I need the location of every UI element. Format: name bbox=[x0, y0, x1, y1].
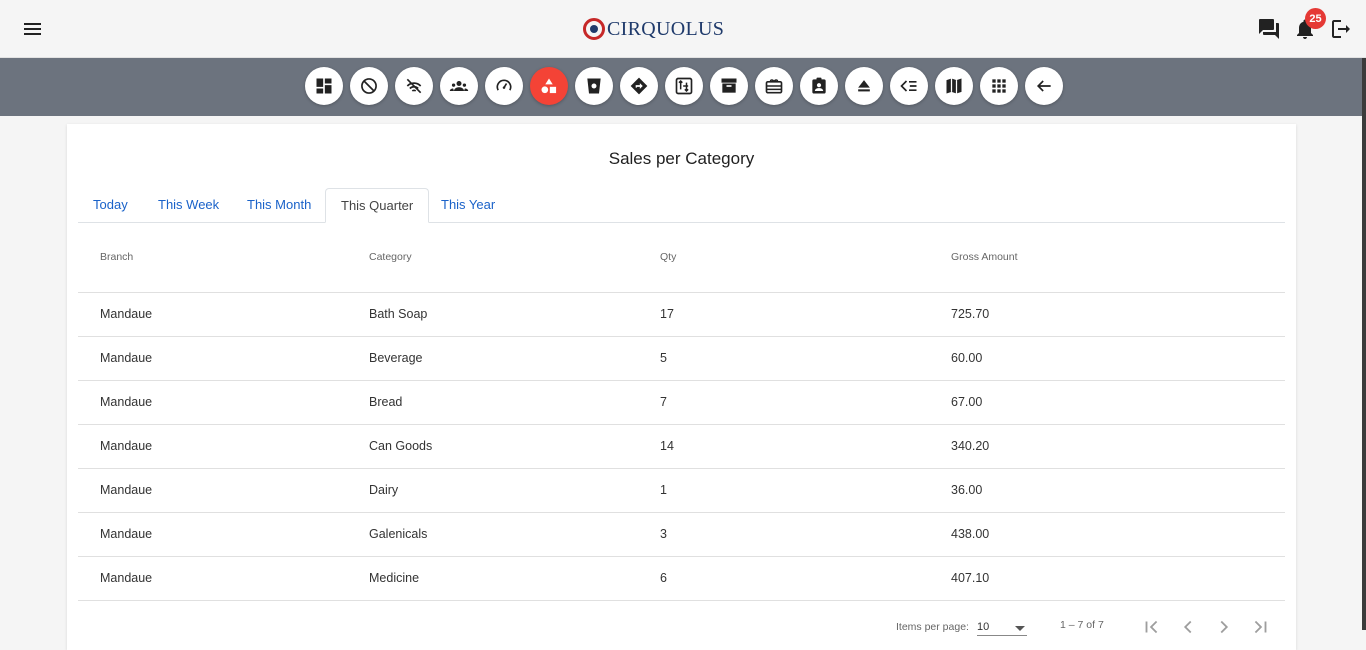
apps-icon[interactable] bbox=[980, 67, 1018, 105]
prev-page-icon[interactable] bbox=[1177, 616, 1199, 638]
logo-text: CIRQUOLUS bbox=[607, 17, 725, 40]
table-row[interactable]: Mandaue Beverage 5 60.00 bbox=[78, 336, 1285, 381]
map-icon[interactable] bbox=[935, 67, 973, 105]
cell-category: Bread bbox=[369, 380, 660, 425]
giftcard-icon[interactable] bbox=[755, 67, 793, 105]
cell-category: Bath Soap bbox=[369, 292, 660, 337]
cell-branch: Mandaue bbox=[78, 292, 369, 337]
tab-this-week[interactable]: This Week bbox=[143, 188, 234, 223]
cell-gross-amount: 438.00 bbox=[951, 512, 1285, 557]
cell-branch: Mandaue bbox=[78, 512, 369, 557]
table-header-row: Branch Category Qty Gross Amount bbox=[78, 223, 1285, 293]
cell-category: Can Goods bbox=[369, 424, 660, 469]
column-header-branch[interactable]: Branch bbox=[78, 223, 369, 293]
cell-category: Galenicals bbox=[369, 512, 660, 557]
cell-branch: Mandaue bbox=[78, 424, 369, 469]
archive-icon[interactable] bbox=[710, 67, 748, 105]
toolbar-buttons bbox=[305, 67, 1063, 105]
logout-icon[interactable] bbox=[1329, 17, 1353, 41]
table-row[interactable]: Mandaue Medicine 6 407.10 bbox=[78, 556, 1285, 601]
cell-category: Dairy bbox=[369, 468, 660, 513]
cell-gross-amount: 67.00 bbox=[951, 380, 1285, 425]
sales-table: Branch Category Qty Gross Amount Mandaue… bbox=[78, 223, 1285, 601]
groups-icon[interactable] bbox=[440, 67, 478, 105]
cup-icon[interactable] bbox=[575, 67, 613, 105]
tab-today[interactable]: Today bbox=[78, 188, 143, 223]
logo-mark-icon bbox=[583, 18, 605, 40]
items-per-page-value: 10 bbox=[977, 621, 990, 633]
chevron-down-icon bbox=[1015, 626, 1025, 631]
tab-this-month[interactable]: This Month bbox=[232, 188, 326, 223]
cell-gross-amount: 725.70 bbox=[951, 292, 1285, 337]
report-card: Sales per Category Today This Week This … bbox=[67, 124, 1296, 650]
cell-qty: 14 bbox=[660, 424, 951, 469]
column-header-category[interactable]: Category bbox=[369, 223, 660, 293]
column-header-qty[interactable]: Qty bbox=[660, 223, 951, 293]
next-page-icon[interactable] bbox=[1213, 616, 1235, 638]
swap-icon[interactable] bbox=[665, 67, 703, 105]
table-row[interactable]: Mandaue Dairy 1 36.00 bbox=[78, 468, 1285, 513]
cell-gross-amount: 340.20 bbox=[951, 424, 1285, 469]
directions-icon[interactable] bbox=[620, 67, 658, 105]
category-icon[interactable] bbox=[530, 67, 568, 105]
tab-this-quarter[interactable]: This Quarter bbox=[325, 188, 430, 223]
back-arrow-icon[interactable] bbox=[1025, 67, 1063, 105]
cell-qty: 17 bbox=[660, 292, 951, 337]
dashboard-icon[interactable] bbox=[305, 67, 343, 105]
first-page-icon[interactable] bbox=[1141, 616, 1163, 638]
cell-branch: Mandaue bbox=[78, 468, 369, 513]
items-per-page-select[interactable]: 10 bbox=[977, 618, 1027, 636]
cell-gross-amount: 60.00 bbox=[951, 336, 1285, 381]
cell-gross-amount: 407.10 bbox=[951, 556, 1285, 601]
tab-this-year[interactable]: This Year bbox=[426, 188, 510, 223]
items-per-page-label: Items per page: bbox=[896, 621, 969, 633]
table-row[interactable]: Mandaue Can Goods 14 340.20 bbox=[78, 424, 1285, 469]
cell-branch: Mandaue bbox=[78, 380, 369, 425]
cell-category: Medicine bbox=[369, 556, 660, 601]
cell-qty: 6 bbox=[660, 556, 951, 601]
column-header-gross-amount[interactable]: Gross Amount bbox=[951, 223, 1285, 293]
cell-gross-amount: 36.00 bbox=[951, 468, 1285, 513]
cell-qty: 7 bbox=[660, 380, 951, 425]
notification-badge: 25 bbox=[1305, 8, 1326, 29]
cell-category: Beverage bbox=[369, 336, 660, 381]
cell-qty: 3 bbox=[660, 512, 951, 557]
scrollbar-edge[interactable] bbox=[1362, 58, 1366, 630]
table-row[interactable]: Mandaue Galenicals 3 438.00 bbox=[78, 512, 1285, 557]
eject-icon[interactable] bbox=[845, 67, 883, 105]
menu-icon[interactable] bbox=[20, 17, 44, 41]
chat-icon[interactable] bbox=[1257, 17, 1281, 41]
block-icon[interactable] bbox=[350, 67, 388, 105]
paginator: Items per page: 10 1 – 7 of 7 bbox=[67, 614, 1296, 640]
wifi-off-icon[interactable] bbox=[395, 67, 433, 105]
app-logo[interactable]: CIRQUOLUS bbox=[583, 14, 724, 44]
page-title: Sales per Category bbox=[608, 149, 755, 168]
table-row[interactable]: Mandaue Bath Soap 17 725.70 bbox=[78, 292, 1285, 337]
cell-qty: 1 bbox=[660, 468, 951, 513]
cell-qty: 5 bbox=[660, 336, 951, 381]
last-page-icon[interactable] bbox=[1249, 616, 1271, 638]
top-header: CIRQUOLUS 25 bbox=[0, 0, 1366, 58]
table-row[interactable]: Mandaue Bread 7 67.00 bbox=[78, 380, 1285, 425]
module-toolbar bbox=[0, 58, 1362, 116]
cell-branch: Mandaue bbox=[78, 556, 369, 601]
cell-branch: Mandaue bbox=[78, 336, 369, 381]
page-range: 1 – 7 of 7 bbox=[1060, 619, 1104, 631]
list-icon[interactable] bbox=[890, 67, 928, 105]
badge-icon[interactable] bbox=[800, 67, 838, 105]
speedometer-icon[interactable] bbox=[485, 67, 523, 105]
period-tabs: Today This Week This Month This Quarter … bbox=[78, 188, 1285, 223]
